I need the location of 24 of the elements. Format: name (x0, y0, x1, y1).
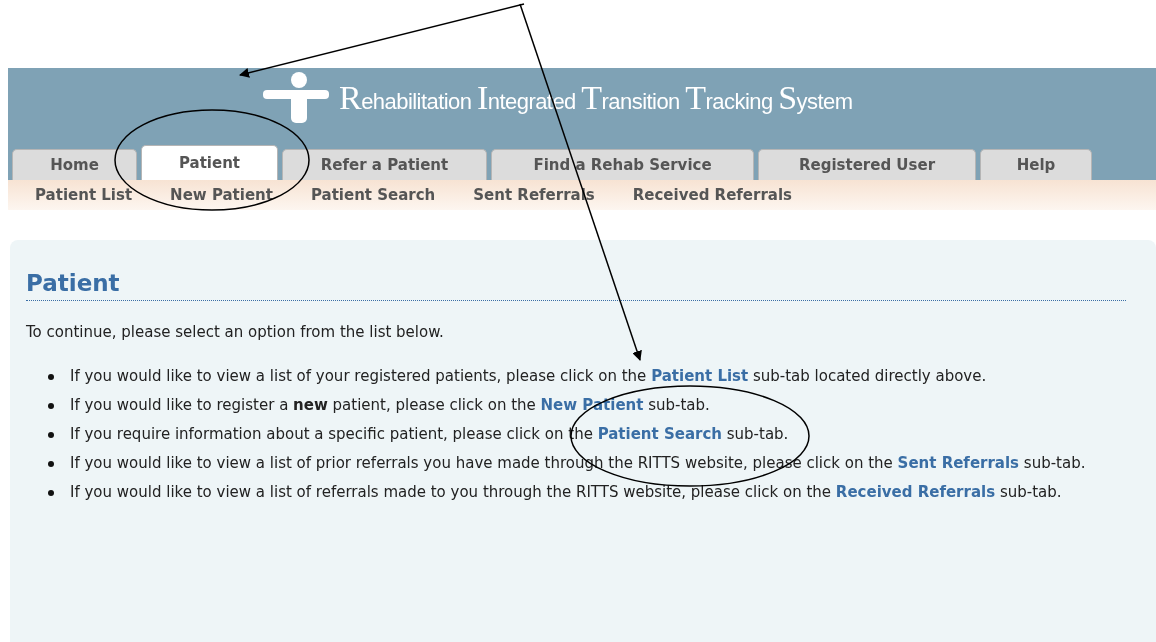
link[interactable]: Sent Referrals (897, 453, 1020, 472)
bullet-icon (48, 460, 54, 467)
section-heading: Patient (26, 269, 121, 298)
bullet-icon (48, 373, 54, 380)
sub-tab-link[interactable]: Patient List (35, 183, 133, 207)
intro-text: To continue, please select an option from the list below. (26, 322, 445, 343)
bullet-icon (48, 489, 54, 496)
link[interactable]: Patient Search (597, 424, 722, 443)
sub-tab-link[interactable]: Received Referrals (632, 183, 792, 207)
nav-tab[interactable]: Registered User (758, 149, 976, 180)
bullet-icon (48, 431, 54, 438)
sub-tab-link[interactable]: Patient Search (310, 183, 436, 207)
nav-tab[interactable]: Help (980, 149, 1092, 180)
bullet-icon (48, 402, 54, 409)
nav-tab[interactable]: Refer a Patient (282, 149, 487, 180)
list-item-text: If you would like to view a list of referrals made to you through the RITTS website, please click on the Received Referrals sub-tab. (70, 481, 1062, 503)
sub-tab-link[interactable]: New Patient (170, 183, 273, 207)
person-logo-icon (263, 71, 329, 123)
list-item-text: If you would like to view a list of your registered patients, please click on the Patient List sub-tab located directly above. (70, 365, 987, 387)
link[interactable]: Patient List (651, 366, 749, 385)
link[interactable]: Received Referrals (835, 482, 996, 501)
nav-tab[interactable]: Patient (141, 145, 278, 180)
nav-tab[interactable]: Home (12, 149, 137, 180)
nav-tab[interactable]: Find a Rehab Service (491, 149, 754, 180)
